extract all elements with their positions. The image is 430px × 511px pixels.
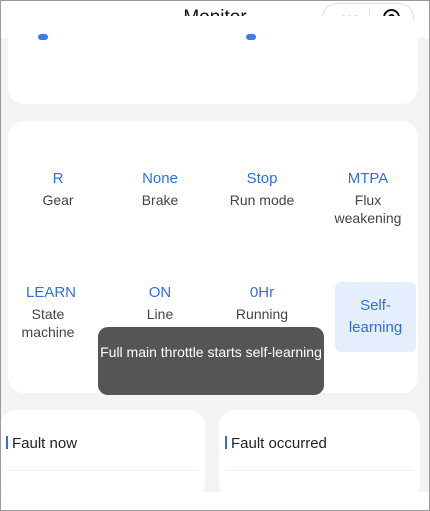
- status-value: MTPA: [347, 170, 389, 187]
- status-value: 0Hr: [249, 284, 275, 301]
- fault-occurred-title: Fault occurred: [231, 435, 327, 452]
- status-run-mode: Stop Run mode: [219, 169, 305, 209]
- bottom-area: [0, 492, 430, 511]
- heading-marker: [6, 436, 8, 449]
- fault-now-panel: Fault now: [0, 410, 205, 500]
- status-label: Brake: [141, 192, 179, 208]
- status-label: Flux weakening: [334, 192, 402, 226]
- status-value: Stop: [246, 170, 278, 187]
- status-brake: None Brake: [117, 169, 203, 209]
- status-label: Run mode: [229, 192, 295, 208]
- divider: [6, 470, 199, 471]
- status-label: Line: [146, 306, 174, 322]
- summary-value-fragment: [38, 34, 48, 40]
- divider: [225, 470, 414, 471]
- summary-card: [8, 16, 418, 104]
- status-label: Running: [235, 306, 289, 322]
- status-line: ON Line: [117, 283, 203, 323]
- status-value: None: [142, 170, 178, 187]
- status-label: State machine: [21, 306, 75, 340]
- status-state-machine: LEARN State machine: [8, 283, 94, 341]
- status-value: R: [52, 170, 64, 187]
- status-running: 0Hr Running: [219, 283, 305, 323]
- status-gear: R Gear: [15, 169, 101, 209]
- status-value: LEARN: [25, 284, 77, 301]
- status-value: ON: [148, 284, 172, 301]
- fault-occurred-heading: Fault occurred: [225, 435, 327, 452]
- status-label: Gear: [42, 192, 74, 208]
- fault-now-title: Fault now: [12, 435, 78, 452]
- toast-message: Full main throttle starts self-learning: [98, 327, 324, 395]
- fault-occurred-panel: Fault occurred: [219, 410, 420, 500]
- status-flux-weakening: MTPA Flux weakening: [325, 169, 411, 227]
- fault-now-heading: Fault now: [6, 435, 77, 452]
- summary-value-fragment: [246, 34, 256, 40]
- heading-marker: [225, 436, 227, 449]
- self-learning-button[interactable]: Self- learning: [335, 282, 416, 352]
